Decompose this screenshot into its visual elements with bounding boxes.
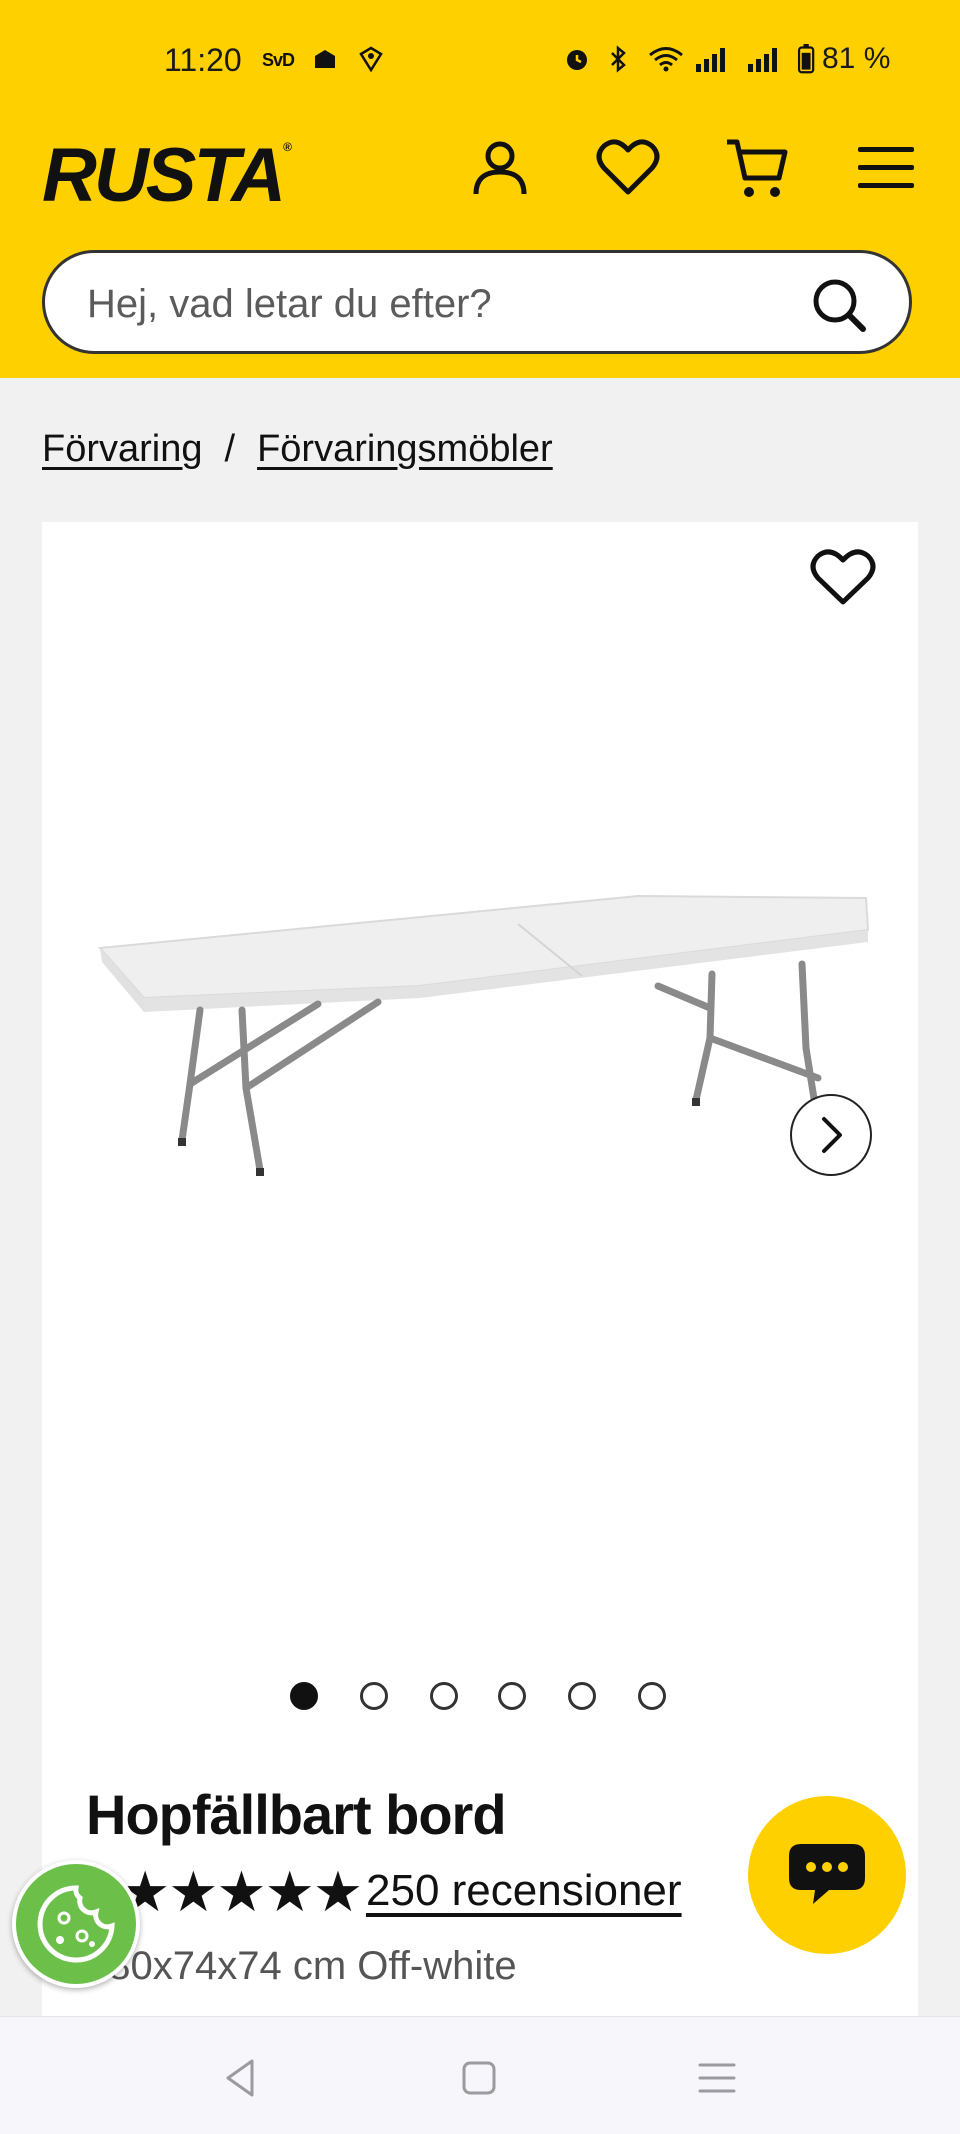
image-dot-2[interactable] <box>360 1682 388 1710</box>
product-title: Hopfällbart bord <box>86 1783 507 1846</box>
battery-icon <box>797 44 815 74</box>
wifi-icon <box>649 47 683 72</box>
alarm-icon <box>567 50 587 70</box>
cart-icon <box>727 139 788 197</box>
breadcrumb-forvaringsmobler[interactable]: Förvaringsmöbler <box>257 428 553 470</box>
signal-icon-1 <box>696 48 725 72</box>
breadcrumb-forvaring[interactable]: Förvaring <box>42 428 203 470</box>
location-icon <box>359 46 383 73</box>
cart-button[interactable] <box>722 132 794 204</box>
battery-level: 81 % <box>822 42 891 75</box>
app-notification-icon <box>315 50 335 68</box>
signal-icon-2 <box>748 48 777 72</box>
back-icon[interactable] <box>216 2053 266 2103</box>
hamburger-icon <box>858 147 914 188</box>
chevron-right-icon <box>822 1117 842 1153</box>
account-button[interactable] <box>464 132 536 204</box>
system-nav-bar <box>0 2016 960 2134</box>
breadcrumb-separator: / <box>224 428 236 470</box>
bluetooth-icon <box>611 45 626 73</box>
image-dot-1[interactable] <box>290 1682 318 1710</box>
breadcrumb: Förvaring / Förvaringsmöbler <box>42 428 553 471</box>
home-icon[interactable] <box>454 2053 504 2103</box>
cookie-settings-button[interactable] <box>12 1860 140 1988</box>
search-input[interactable] <box>85 273 789 335</box>
logo-text: RUSTA <box>42 133 286 218</box>
reviews-link[interactable]: 250 recensioner <box>366 1866 682 1916</box>
heart-icon <box>596 139 660 195</box>
status-bar: 11:20 SvD 81 % <box>0 0 960 120</box>
product-subtitle: 180x74x74 cm Off-white <box>86 1944 517 1988</box>
status-time: 11:20 <box>164 42 242 78</box>
registered-mark: ® <box>283 140 292 154</box>
rating-stars: ★★★★★ <box>120 1860 363 1923</box>
favorites-button[interactable] <box>592 132 664 204</box>
menu-button[interactable] <box>850 132 922 204</box>
image-dot-3[interactable] <box>430 1682 458 1710</box>
chat-button[interactable] <box>748 1796 906 1954</box>
chat-bubble-icon <box>789 1844 865 1904</box>
search-bar <box>42 250 912 354</box>
add-to-favorites-heart-icon[interactable] <box>808 546 878 610</box>
image-dot-4[interactable] <box>498 1682 526 1710</box>
recents-icon[interactable] <box>692 2053 742 2103</box>
image-dot-5[interactable] <box>568 1682 596 1710</box>
search-icon[interactable] <box>809 275 869 335</box>
rusta-logo[interactable]: RUSTA® <box>42 132 292 219</box>
svd-icon: SvD <box>262 50 295 70</box>
cookie-icon <box>37 1885 115 1963</box>
image-dot-6[interactable] <box>638 1682 666 1710</box>
next-image-button[interactable] <box>790 1094 872 1176</box>
user-icon <box>473 141 527 195</box>
